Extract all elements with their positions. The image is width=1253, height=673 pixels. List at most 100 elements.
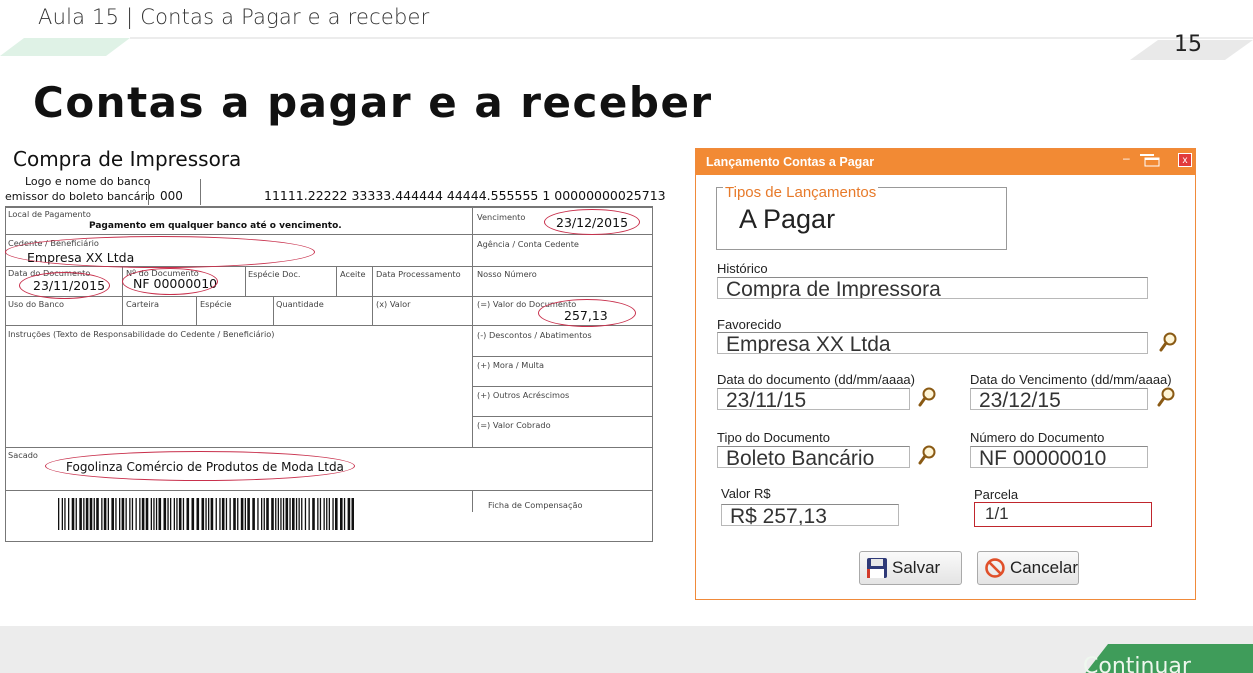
especie-label: Espécie — [200, 299, 232, 309]
barcode-bar — [71, 498, 75, 530]
barcode-bar — [266, 498, 269, 530]
search-icon[interactable] — [1156, 386, 1176, 408]
barcode-bar — [261, 498, 263, 530]
tipo-documento-input[interactable]: Boleto Bancário — [717, 446, 910, 468]
barcode-bar — [275, 498, 277, 530]
barcode-bar — [282, 498, 285, 530]
ficha-compensacao-label: Ficha de Compensação — [488, 500, 583, 510]
historico-input[interactable]: Compra de Impressora — [717, 277, 1148, 299]
barcode-bar — [145, 498, 149, 530]
barcode-bar — [304, 498, 307, 530]
nosso-numero-label: Nosso Número — [477, 269, 537, 279]
data-vencimento-label: Data do Vencimento (dd/mm/aaaa) — [970, 372, 1172, 387]
barcode-bar — [335, 498, 338, 530]
data-processamento-label: Data Processamento — [376, 269, 461, 279]
continue-button[interactable]: Continuar — [1083, 654, 1191, 673]
barcode-bar — [326, 498, 328, 530]
digitable-line: 11111.22222 33333.444444 44444.555555 1 … — [264, 188, 666, 203]
page-number: 15 — [1174, 32, 1202, 57]
tipo-documento-label: Tipo do Documento — [717, 430, 830, 445]
barcode-bar — [201, 498, 205, 530]
barcode-bar — [163, 498, 167, 530]
barcode-bar — [68, 498, 70, 530]
barcode-bar — [103, 498, 107, 530]
barcode-bar — [75, 498, 77, 530]
cancel-icon — [985, 558, 1005, 578]
search-icon[interactable] — [917, 386, 937, 408]
instrucoes-label: Instruções (Texto de Responsabilidade do… — [8, 329, 275, 339]
dialog-title: Lançamento Contas a Pagar — [706, 155, 875, 169]
barcode-bar — [96, 498, 99, 530]
barcode-bar — [155, 498, 158, 530]
quantidade-label: Quantidade — [276, 299, 324, 309]
parcela-input[interactable]: 1/1 — [974, 502, 1152, 527]
barcode-bar — [186, 498, 190, 530]
descontos-label: (-) Descontos / Abatimentos — [477, 330, 592, 340]
cancel-button[interactable]: Cancelar — [977, 551, 1079, 585]
data-documento-label: Data do documento (dd/mm/aaaa) — [717, 372, 915, 387]
barcode-bar — [277, 498, 279, 530]
sacado-label: Sacado — [8, 450, 38, 460]
barcode-bar — [295, 498, 298, 530]
barcode-bar — [115, 498, 117, 530]
save-button[interactable]: Salvar — [859, 551, 962, 585]
barcode-bar — [131, 498, 134, 530]
barcode-bar — [285, 498, 289, 530]
barcode-bar — [208, 498, 210, 530]
cancel-label: Cancelar — [1009, 558, 1078, 577]
favorecido-label: Favorecido — [717, 317, 782, 332]
barcode-bar — [79, 498, 82, 530]
barcode-bar — [93, 498, 95, 530]
tipo-lancamento-value[interactable]: A Pagar — [739, 204, 835, 235]
bank-logo-label-2: emissor do boleto bancário — [5, 190, 155, 203]
barcode — [58, 498, 354, 530]
restore-icon[interactable] — [1139, 153, 1161, 167]
boleto-document: Logo e nome do banco emissor do boleto b… — [5, 175, 666, 542]
barcode-bar — [107, 498, 109, 530]
valor-input[interactable]: R$ 257,13 — [721, 504, 899, 526]
barcode-bar — [332, 498, 334, 530]
barcode-bar — [58, 498, 60, 530]
mora-label: (+) Mora / Multa — [477, 360, 545, 370]
header-divider — [0, 37, 1253, 60]
search-icon[interactable] — [1158, 331, 1178, 353]
barcode-bar — [85, 498, 89, 530]
barcode-bar — [263, 498, 265, 530]
floppy-disk-icon — [867, 558, 887, 578]
barcode-bar — [176, 498, 178, 530]
data-vencimento-input[interactable]: 23/12/15 — [970, 388, 1148, 410]
barcode-bar — [191, 498, 195, 530]
barcode-bar — [89, 498, 93, 530]
barcode-bar — [150, 498, 152, 530]
search-icon[interactable] — [917, 444, 937, 466]
barcode-bar — [340, 498, 343, 530]
barcode-bar — [61, 498, 63, 530]
uso-banco-label: Uso do Banco — [8, 299, 65, 309]
barcode-bar — [153, 498, 155, 530]
barcode-bar — [221, 498, 225, 530]
outros-label: (+) Outros Acréscimos — [477, 390, 570, 400]
barcode-bar — [210, 498, 214, 530]
boleto-caption: Compra de Impressora — [13, 147, 242, 171]
barcode-bar — [215, 498, 217, 530]
barcode-bar — [219, 498, 221, 530]
barcode-bar — [343, 498, 346, 530]
barcode-bar — [139, 498, 141, 530]
minimize-icon[interactable]: – — [1123, 151, 1130, 165]
barcode-bar — [298, 498, 300, 530]
barcode-bar — [271, 498, 274, 530]
dialog-titlebar[interactable]: Lançamento Contas a Pagar – x — [696, 149, 1195, 175]
barcode-bar — [252, 498, 255, 530]
numero-documento-input[interactable]: NF 00000010 — [970, 446, 1148, 468]
barcode-bar — [289, 498, 291, 530]
barcode-bar — [347, 498, 351, 530]
barcode-bar — [280, 498, 282, 530]
data-documento-input[interactable]: 23/11/15 — [717, 388, 910, 410]
barcode-bar — [308, 498, 310, 530]
close-icon[interactable]: x — [1178, 153, 1192, 167]
barcode-bar — [111, 498, 114, 530]
barcode-bar — [158, 498, 162, 530]
barcode-bar — [205, 498, 207, 530]
favorecido-input[interactable]: Empresa XX Ltda — [717, 332, 1148, 354]
bank-code: 000 — [160, 189, 183, 203]
